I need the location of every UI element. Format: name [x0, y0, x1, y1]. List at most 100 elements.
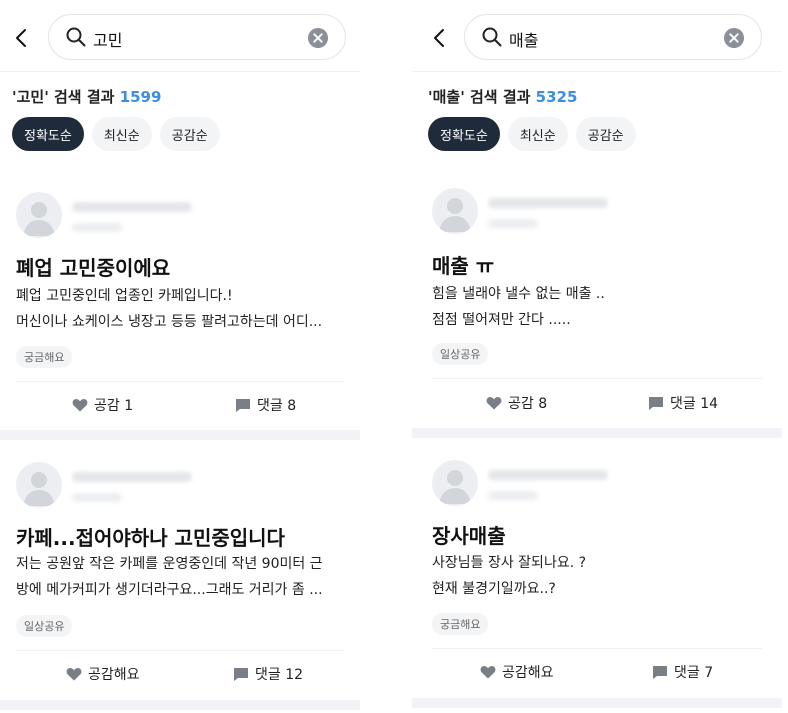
sort-options: 정확도순 최신순 공감순	[12, 117, 220, 151]
heart-icon	[72, 399, 88, 412]
result-count: 1599	[119, 88, 162, 106]
section-gap	[0, 700, 360, 710]
sort-accuracy[interactable]: 정확도순	[12, 117, 84, 151]
like-button[interactable]: 공감해요	[480, 660, 554, 684]
heart-icon	[66, 668, 82, 681]
author-name-blurred	[72, 202, 192, 212]
comment-button[interactable]: 댓글 8	[235, 393, 296, 417]
result-label: '매출' 검색 결과	[428, 88, 531, 106]
divider	[16, 650, 344, 651]
back-button[interactable]	[8, 24, 36, 52]
sort-latest[interactable]: 최신순	[507, 117, 568, 151]
avatar	[16, 462, 62, 508]
post-line: 머신이나 쇼케이스 냉장고 등등 팔려고하는데 어디...	[16, 314, 323, 330]
like-label: 공감해요	[88, 667, 140, 683]
category-tag[interactable]: 궁금해요	[16, 346, 73, 368]
avatar	[432, 188, 478, 234]
divider	[432, 378, 762, 379]
comment-icon	[649, 396, 663, 410]
heart-icon	[486, 397, 502, 410]
post-line: 저는 공원앞 작은 카페를 운영중인데 작년 90미터 근	[16, 556, 323, 572]
post-card[interactable]: 장사매출 사장님들 장사 잘되나요. ? 현재 불경기일까요..? 궁금해요 공…	[412, 458, 782, 698]
sort-likes[interactable]: 공감순	[575, 117, 636, 151]
post-title: 장사매출	[432, 524, 506, 548]
search-icon	[482, 27, 502, 47]
comment-button[interactable]: 댓글 7	[652, 660, 713, 684]
like-label: 공감 8	[508, 396, 548, 412]
result-count: 5325	[535, 88, 578, 106]
comment-label: 댓글 14	[670, 396, 719, 412]
like-button[interactable]: 공감 8	[486, 391, 547, 415]
divider	[432, 648, 762, 649]
comment-icon	[234, 667, 248, 681]
post-title: 매출 ㅠ	[432, 254, 495, 278]
like-button[interactable]: 공감해요	[66, 662, 140, 686]
post-title: 카페...접어야하나 고민중입니다	[16, 526, 285, 550]
comment-icon	[653, 665, 667, 679]
post-card[interactable]: 매출 ㅠ 힘을 낼래야 낼수 없는 매출 .. 점점 떨어져만 간다 .....…	[412, 188, 782, 428]
comment-label: 댓글 12	[255, 667, 304, 683]
avatar-icon	[439, 198, 471, 232]
search-bar: 매출	[412, 14, 782, 62]
sort-accuracy[interactable]: 정확도순	[428, 117, 500, 151]
category-tag[interactable]: 일상공유	[432, 343, 489, 365]
search-input[interactable]: 매출	[464, 14, 762, 60]
avatar-icon	[23, 202, 55, 236]
search-query: 고민	[93, 31, 123, 50]
author-name-blurred	[488, 470, 608, 480]
author-meta-blurred	[72, 223, 122, 232]
chevron-left-icon	[434, 29, 444, 47]
post-card[interactable]: 카페...접어야하나 고민중입니다 저는 공원앞 작은 카페를 운영중인데 작년…	[0, 460, 360, 700]
search-results-panel-left: 고민 '고민' 검색 결과 1599 정확도순 최신순 공감순 폐업 고민중이에…	[0, 0, 360, 713]
post-line: 사장님들 장사 잘되나요. ?	[432, 555, 587, 571]
author-meta-blurred	[72, 493, 122, 502]
category-tag[interactable]: 일상공유	[16, 615, 73, 637]
search-results-panel-right: 매출 '매출' 검색 결과 5325 정확도순 최신순 공감순 매출 ㅠ 힘을 …	[412, 0, 782, 713]
like-label: 공감해요	[502, 665, 554, 681]
result-label: '고민' 검색 결과	[12, 88, 115, 106]
avatar-icon	[439, 470, 471, 504]
chevron-left-icon	[16, 29, 26, 47]
post-line: 힘을 낼래야 낼수 없는 매출 ..	[432, 286, 605, 302]
like-button[interactable]: 공감 1	[72, 393, 133, 417]
avatar-icon	[23, 472, 55, 506]
avatar	[432, 460, 478, 506]
clear-icon[interactable]	[307, 27, 329, 49]
heart-icon	[480, 666, 496, 679]
clear-icon[interactable]	[723, 27, 745, 49]
post-line: 방에 메가커피가 생기더라구요...그래도 거리가 좀 ...	[16, 582, 323, 598]
post-line: 폐업 고민중인데 업종인 카페입니다.!	[16, 288, 233, 304]
category-tag[interactable]: 궁금해요	[432, 613, 489, 635]
search-input[interactable]: 고민	[48, 14, 346, 60]
author-name-blurred	[488, 198, 608, 208]
author-meta-blurred	[488, 491, 538, 500]
result-summary: '매출' 검색 결과 5325	[428, 86, 577, 107]
back-button[interactable]	[426, 24, 454, 52]
search-bar: 고민	[0, 14, 360, 62]
comment-label: 댓글 7	[674, 665, 714, 681]
post-card[interactable]: 폐업 고민중이에요 폐업 고민중인데 업종인 카페입니다.! 머신이나 쇼케이스…	[0, 190, 360, 430]
comment-label: 댓글 8	[257, 398, 297, 414]
comment-icon	[236, 398, 250, 412]
comment-button[interactable]: 댓글 12	[233, 662, 303, 686]
section-gap	[0, 430, 360, 440]
post-line: 현재 불경기일까요..?	[432, 581, 556, 597]
author-meta-blurred	[488, 219, 538, 228]
sort-options: 정확도순 최신순 공감순	[428, 117, 636, 151]
author-name-blurred	[72, 472, 192, 482]
search-query: 매출	[509, 31, 539, 50]
like-label: 공감 1	[94, 398, 134, 414]
comment-button[interactable]: 댓글 14	[648, 391, 718, 415]
post-line: 점점 떨어져만 간다 .....	[432, 312, 571, 328]
search-icon	[66, 27, 86, 47]
avatar	[16, 192, 62, 238]
sort-likes[interactable]: 공감순	[159, 117, 220, 151]
section-gap	[412, 698, 782, 708]
divider	[0, 71, 360, 72]
divider	[16, 381, 344, 382]
post-title: 폐업 고민중이에요	[16, 256, 171, 280]
sort-latest[interactable]: 최신순	[91, 117, 152, 151]
result-summary: '고민' 검색 결과 1599	[12, 86, 161, 107]
section-gap	[412, 428, 782, 438]
divider	[412, 71, 782, 72]
